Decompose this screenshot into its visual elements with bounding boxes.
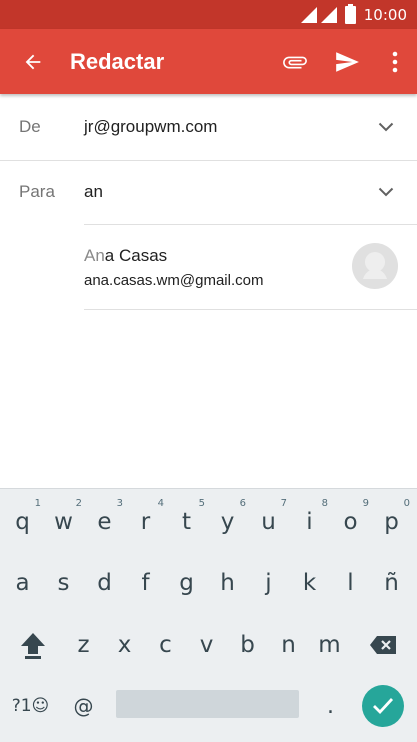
key-label: i xyxy=(306,509,313,535)
done-key[interactable] xyxy=(362,685,404,727)
key-hint: 7 xyxy=(280,498,287,509)
shift-icon xyxy=(20,633,45,659)
to-label: Para xyxy=(19,182,55,201)
key-m[interactable]: m xyxy=(309,615,350,675)
key-k[interactable]: k xyxy=(289,553,330,613)
key-e[interactable]: e3 xyxy=(84,492,125,552)
to-row[interactable]: Para an xyxy=(0,160,417,224)
signal-icon xyxy=(320,6,337,23)
key-q[interactable]: q1 xyxy=(2,492,43,552)
shift-key[interactable] xyxy=(12,615,53,675)
key-label: o xyxy=(343,509,358,535)
key-hint: 1 xyxy=(34,498,41,509)
key-hint: 6 xyxy=(239,498,246,509)
suggestion-email: ana.casas.wm@gmail.com xyxy=(84,272,264,289)
send-button[interactable] xyxy=(321,29,373,94)
key-hint: 5 xyxy=(198,498,205,509)
divider xyxy=(84,309,417,310)
from-label: De xyxy=(19,117,41,136)
key-label: q xyxy=(15,509,30,535)
more-options-button[interactable] xyxy=(373,29,417,94)
default-avatar-icon xyxy=(363,252,387,279)
key-h[interactable]: h xyxy=(207,553,248,613)
at-key[interactable]: @ xyxy=(63,676,104,736)
key-j[interactable]: j xyxy=(248,553,289,613)
to-field[interactable]: an xyxy=(84,182,355,202)
attach-button[interactable] xyxy=(269,29,321,94)
avatar xyxy=(352,243,398,289)
backspace-icon xyxy=(369,636,396,654)
symbols-key[interactable]: ?1☺ xyxy=(10,676,51,736)
backspace-key[interactable] xyxy=(362,615,403,675)
back-button[interactable] xyxy=(0,29,66,94)
more-vert-icon xyxy=(392,51,398,72)
keyboard: q1w2e3r4t5y6u7i8o9p0 asdfghjklñ zxcvbnm … xyxy=(0,488,417,742)
key-r[interactable]: r4 xyxy=(125,492,166,552)
key-hint: 9 xyxy=(362,498,369,509)
key-v[interactable]: v xyxy=(186,615,227,675)
key-y[interactable]: y6 xyxy=(207,492,248,552)
app-bar: Redactar xyxy=(0,29,417,94)
to-dropdown[interactable] xyxy=(355,187,417,197)
space-key[interactable] xyxy=(116,690,299,718)
key-label: r xyxy=(140,509,151,535)
key-x[interactable]: x xyxy=(104,615,145,675)
divider xyxy=(84,224,417,225)
key-p[interactable]: p0 xyxy=(371,492,412,552)
key-g[interactable]: g xyxy=(166,553,207,613)
key-label: w xyxy=(54,509,73,535)
key-hint: 0 xyxy=(403,498,410,509)
status-time: 10:00 xyxy=(363,5,407,24)
checkmark-icon xyxy=(373,698,394,715)
key-hint: 2 xyxy=(75,498,82,509)
suggestion-name: Ana Casas xyxy=(84,246,167,266)
key-u[interactable]: u7 xyxy=(248,492,289,552)
keyboard-row: zxcvbnm xyxy=(0,615,417,675)
key-s[interactable]: s xyxy=(43,553,84,613)
from-field[interactable]: jr@groupwm.com xyxy=(84,117,355,137)
chevron-down-icon xyxy=(378,122,394,132)
key-label: u xyxy=(261,509,276,535)
key-b[interactable]: b xyxy=(227,615,268,675)
keyboard-row: asdfghjklñ xyxy=(0,553,417,613)
suggestion-name-match: An xyxy=(84,246,105,265)
key-o[interactable]: o9 xyxy=(330,492,371,552)
signal-icon xyxy=(300,6,317,23)
page-title: Redactar xyxy=(70,48,165,74)
key-f[interactable]: f xyxy=(125,553,166,613)
period-key[interactable]: . xyxy=(310,676,351,736)
key-label: t xyxy=(181,509,192,535)
attach-icon xyxy=(283,56,307,68)
from-dropdown[interactable] xyxy=(355,122,417,132)
key-w[interactable]: w2 xyxy=(43,492,84,552)
key-label: e xyxy=(97,509,112,535)
key-l[interactable]: l xyxy=(330,553,371,613)
key-a[interactable]: a xyxy=(2,553,43,613)
key-d[interactable]: d xyxy=(84,553,125,613)
key-n[interactable]: n xyxy=(268,615,309,675)
keyboard-row: ?1☺ @ . xyxy=(0,676,417,736)
contact-suggestion[interactable]: Ana Casas ana.casas.wm@gmail.com xyxy=(84,240,417,308)
suggestion-name-rest: a Casas xyxy=(104,246,168,265)
from-row[interactable]: De jr@groupwm.com xyxy=(0,94,417,160)
status-bar: 10:00 xyxy=(0,0,417,29)
keyboard-row: q1w2e3r4t5y6u7i8o9p0 xyxy=(0,492,417,552)
key-hint: 3 xyxy=(116,498,123,509)
key-t[interactable]: t5 xyxy=(166,492,207,552)
chevron-down-icon xyxy=(378,187,394,197)
key-hint: 4 xyxy=(157,498,164,509)
key-label: y xyxy=(220,509,235,535)
key-hint: 8 xyxy=(321,498,328,509)
key-ñ[interactable]: ñ xyxy=(371,553,412,613)
key-label: p xyxy=(384,509,399,535)
send-icon xyxy=(336,51,359,72)
key-z[interactable]: z xyxy=(63,615,104,675)
battery-icon xyxy=(344,3,356,24)
back-arrow-icon xyxy=(25,54,41,69)
key-c[interactable]: c xyxy=(145,615,186,675)
key-i[interactable]: i8 xyxy=(289,492,330,552)
